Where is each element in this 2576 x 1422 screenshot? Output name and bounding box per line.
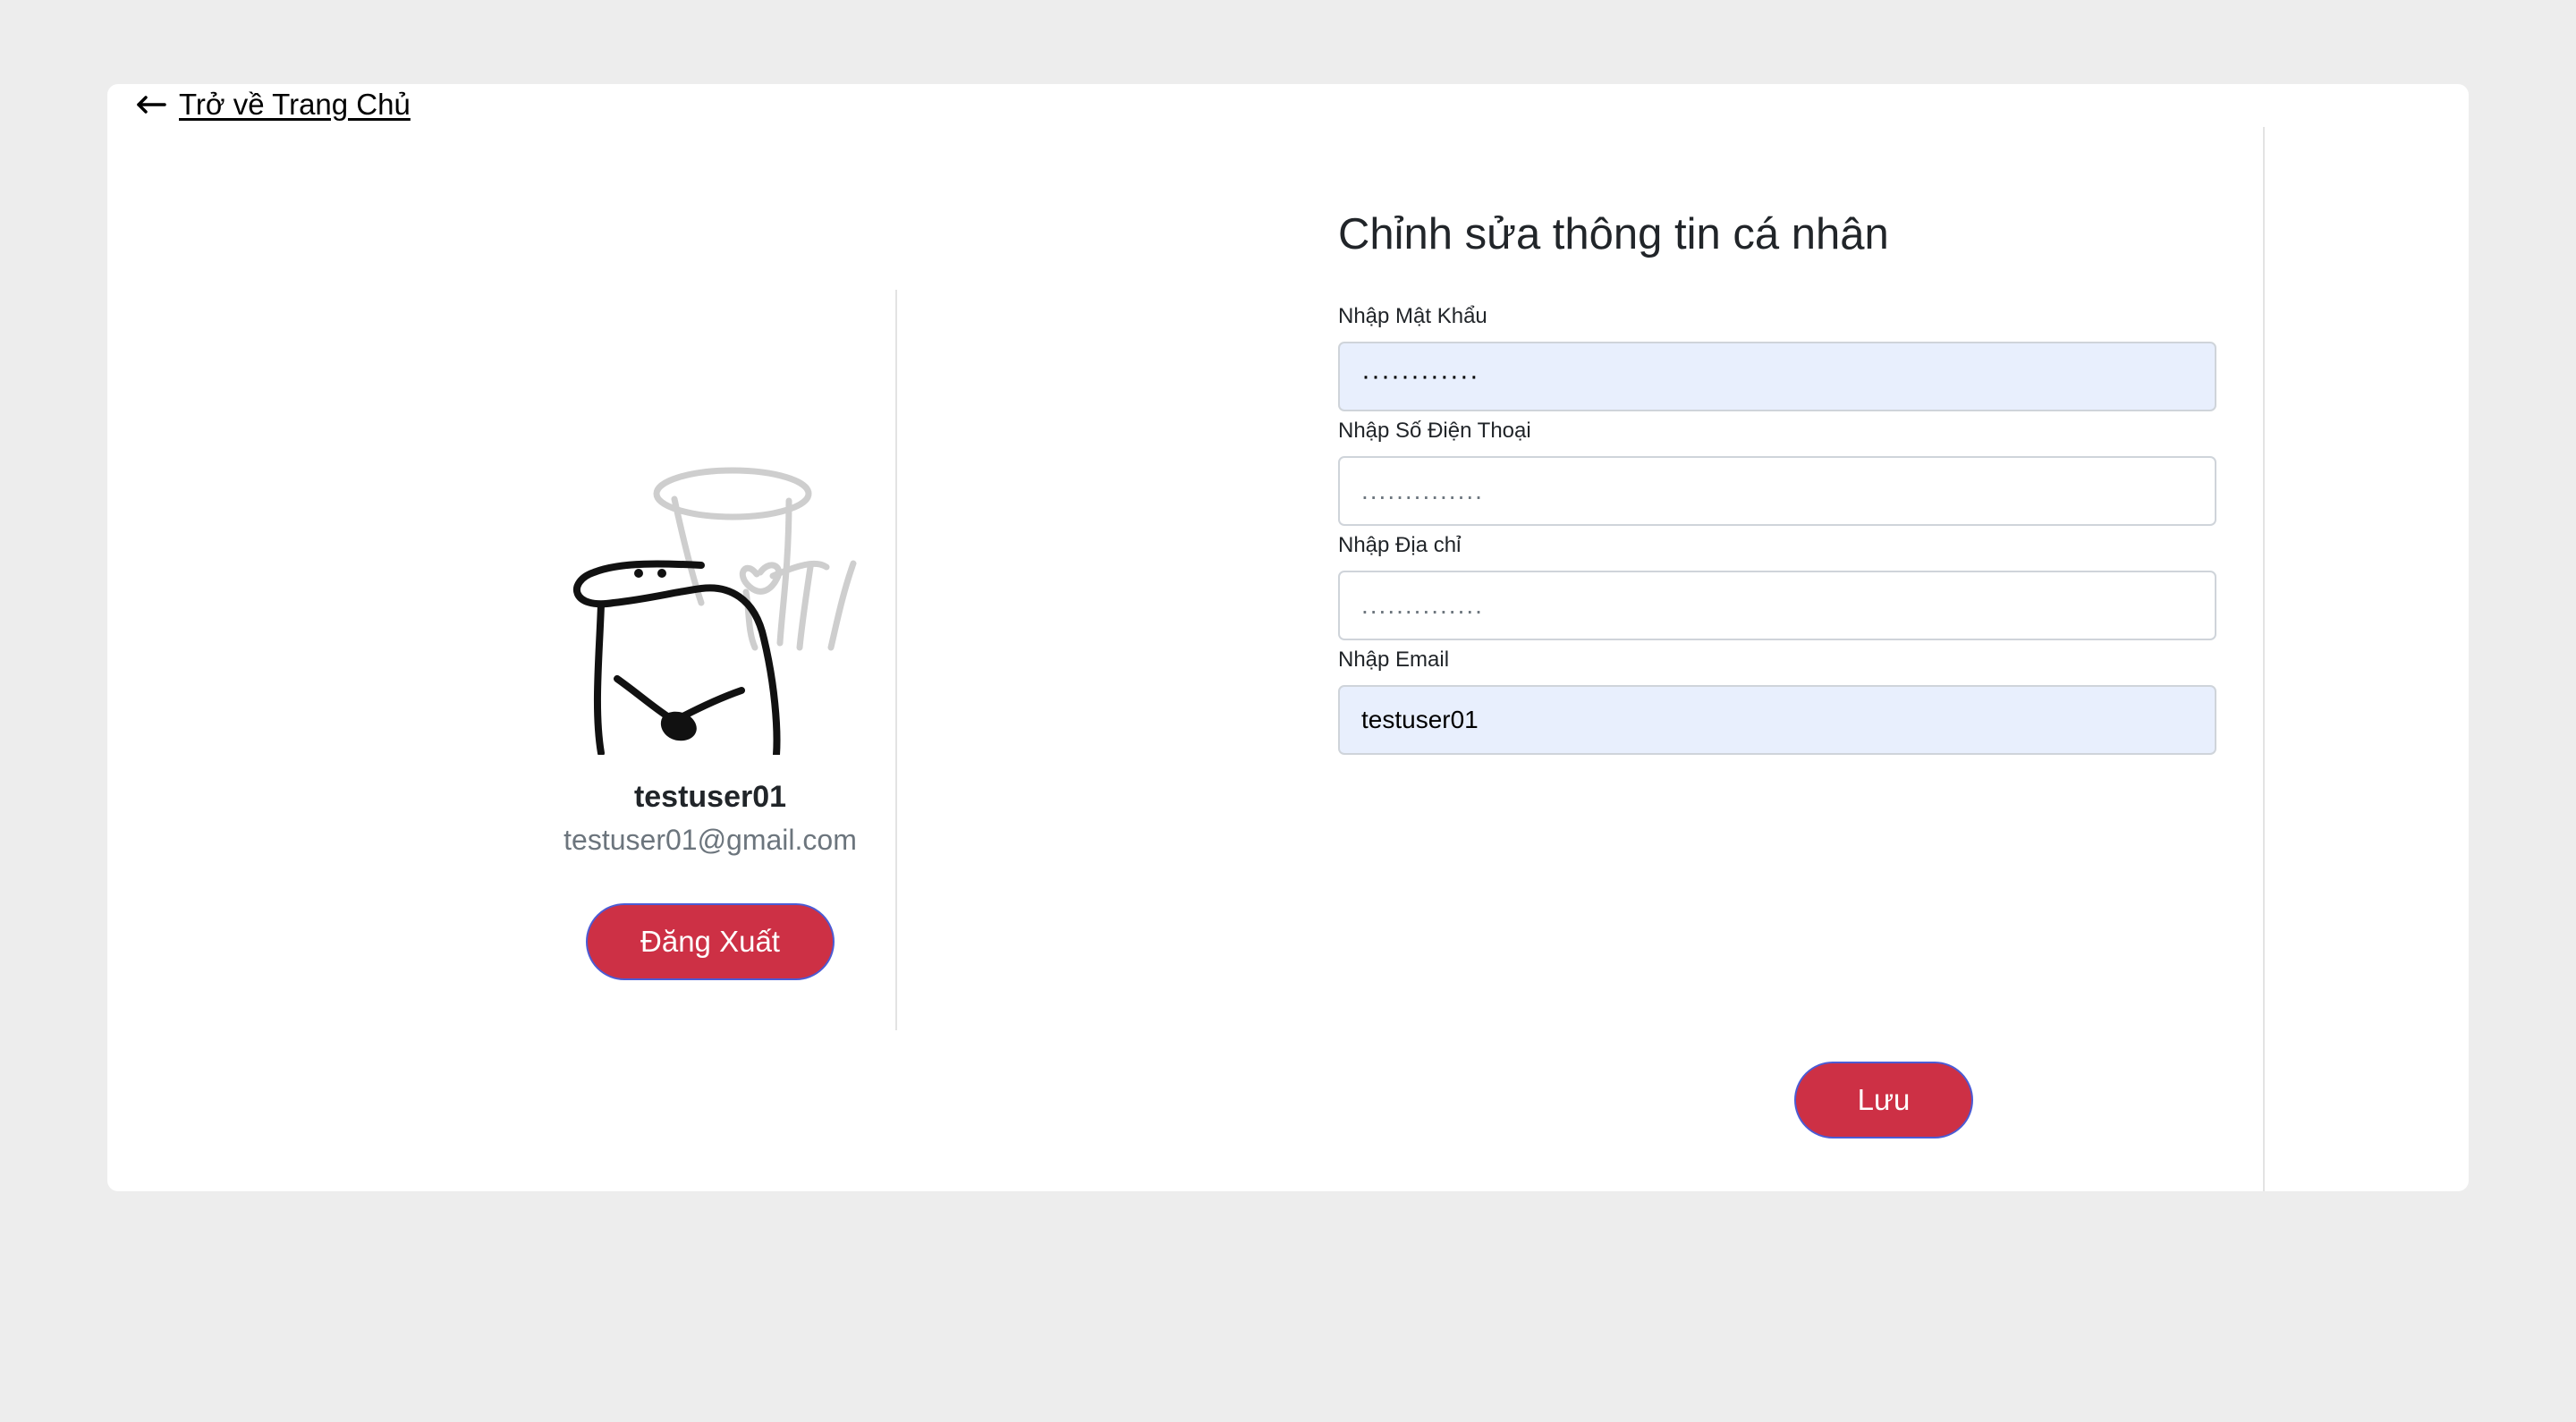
email-field[interactable]	[1338, 685, 2216, 755]
avatar	[573, 467, 857, 755]
logout-button[interactable]: Đăng Xuất	[586, 903, 835, 980]
phone-label: Nhập Số Điện Thoại	[1338, 419, 1531, 443]
form-title: Chỉnh sửa thông tin cá nhân	[1338, 210, 1889, 258]
phone-field[interactable]	[1338, 456, 2216, 526]
password-label: Nhập Mật Khẩu	[1338, 304, 1487, 328]
address-field[interactable]	[1338, 571, 2216, 640]
back-link-label[interactable]: Trở về Trang Chủ	[179, 88, 411, 122]
password-field[interactable]	[1338, 342, 2216, 411]
back-to-home-link[interactable]: Trở về Trang Chủ	[136, 88, 411, 122]
edit-profile-form: Chỉnh sửa thông tin cá nhân Nhập Mật Khẩ…	[1338, 209, 2216, 762]
profile-username: testuser01	[633, 780, 787, 814]
arrow-left-icon	[136, 96, 166, 114]
section-divider-right	[2263, 127, 2265, 1191]
email-label: Nhập Email	[1338, 648, 1450, 672]
save-button[interactable]: Lưu	[1794, 1062, 1973, 1138]
address-label: Nhập Địa chỉ	[1338, 533, 1462, 557]
profile-summary: testuser01 testuser01@gmail.com Đăng Xuấ…	[376, 460, 1045, 980]
profile-email: testuser01@gmail.com	[564, 824, 857, 856]
profile-card: Trở về Trang Chủ testuser01 testuser01@g…	[107, 84, 2469, 1191]
